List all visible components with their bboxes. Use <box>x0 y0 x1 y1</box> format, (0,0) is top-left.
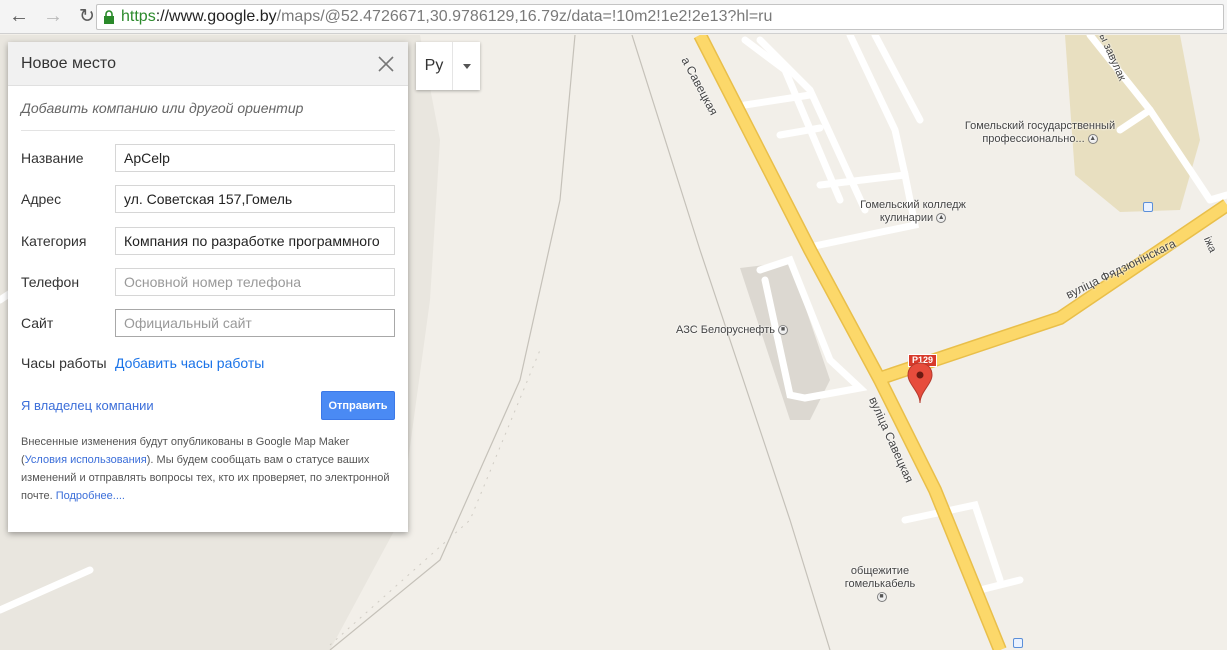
name-label: Название <box>21 150 84 166</box>
gas-station-icon: ■ <box>778 325 789 336</box>
address-bar[interactable]: https://www.google.by/maps/@52.4726671,3… <box>96 4 1224 30</box>
language-label: Ру <box>424 57 444 74</box>
lock-icon <box>104 10 114 24</box>
poi-label-dormitory[interactable]: общежитие гомелькабель■ <box>840 565 920 604</box>
category-row: Категория Компания по разработке програм… <box>21 227 395 255</box>
address-row: Адрес ул. Советская 157,Гомель <box>21 185 395 213</box>
language-dropdown-toggle[interactable] <box>452 42 480 90</box>
hours-row: Часы работы Добавить часы работы <box>21 349 395 377</box>
terms-link[interactable]: Условия использования <box>25 454 147 466</box>
school-icon: ▲ <box>936 213 947 224</box>
url-host: ://www.google.by <box>155 8 277 25</box>
owner-link[interactable]: Я владелец компании <box>21 398 154 413</box>
poi-label-culinary-college[interactable]: Гомельский колледж кулинарии ▲ <box>858 199 968 225</box>
browser-toolbar: ← → ↻ https://www.google.by/maps/@52.472… <box>0 0 1227 34</box>
add-hours-link[interactable]: Добавить часы работы <box>115 355 264 371</box>
category-field[interactable]: Компания по разработке программного <box>115 227 395 255</box>
url-path: /maps/@52.4726671,30.9786129,16.79z/data… <box>276 8 773 25</box>
chevron-down-icon <box>462 63 471 69</box>
language-selector[interactable]: Ру <box>416 42 480 90</box>
site-row: Сайт Официальный сайт <box>21 309 395 337</box>
phone-row: Телефон Основной номер телефона <box>21 268 395 296</box>
dialog-header: Новое место <box>8 42 408 86</box>
category-label: Категория <box>21 233 87 249</box>
site-field[interactable]: Официальный сайт <box>115 309 395 337</box>
name-field[interactable]: ApCelp <box>115 144 395 172</box>
disclaimer-note: Внесенные изменения будут опубликованы в… <box>21 433 391 505</box>
back-icon[interactable]: ← <box>6 4 32 30</box>
hours-label: Часы работы <box>21 355 107 371</box>
new-place-dialog: Новое место Добавить компанию или другой… <box>8 42 408 532</box>
phone-label: Телефон <box>21 274 80 290</box>
poi-label-azs[interactable]: АЗС Белоруснефть ■ <box>676 324 789 337</box>
url-scheme: https <box>121 8 156 25</box>
lodging-icon: ■ <box>876 592 887 603</box>
bus-stop-icon[interactable] <box>1143 202 1153 212</box>
address-label: Адрес <box>21 191 62 207</box>
location-pin-icon[interactable] <box>907 362 933 404</box>
bus-stop-icon[interactable] <box>1013 638 1023 648</box>
submit-button[interactable]: Отправить <box>321 391 395 420</box>
forward-icon[interactable]: → <box>40 4 66 30</box>
poi-label-prof-college[interactable]: Гомельский государственный профессиональ… <box>955 120 1125 146</box>
divider <box>21 130 395 131</box>
site-label: Сайт <box>21 315 54 331</box>
name-row: Название ApCelp <box>21 144 395 172</box>
more-link[interactable]: Подробнее.... <box>56 490 125 502</box>
address-field[interactable]: ул. Советская 157,Гомель <box>115 185 395 213</box>
dialog-title: Новое место <box>21 54 116 72</box>
dialog-subtitle: Добавить компанию или другой ориентир <box>21 100 304 116</box>
school-icon: ▲ <box>1087 134 1098 145</box>
close-icon[interactable] <box>376 54 396 74</box>
phone-field[interactable]: Основной номер телефона <box>115 268 395 296</box>
